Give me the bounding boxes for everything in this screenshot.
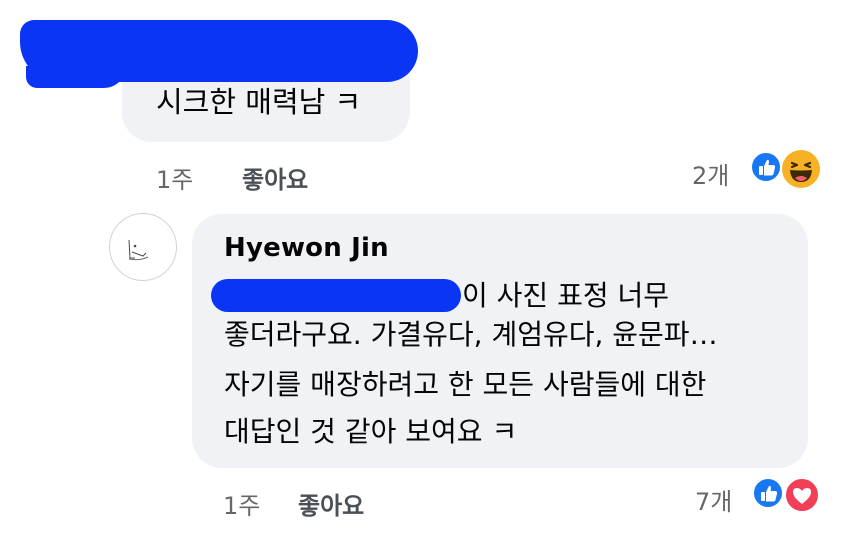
comment-line: 자기를 매장하려고 한 모든 사람들에 대한: [224, 368, 707, 401]
comment-line: 이 사진 표정 너무: [462, 279, 670, 312]
comment-timestamp[interactable]: 1주: [156, 160, 193, 195]
comment-text: 시크한 매력남 ㅋ: [156, 85, 362, 119]
comment-line: 대답인 것 같아 보여요 ㅋ: [224, 415, 518, 448]
reaction-count[interactable]: 7개: [695, 482, 732, 517]
comment-timestamp[interactable]: 1주: [223, 486, 260, 521]
love-icon[interactable]: [784, 477, 820, 513]
like-icon[interactable]: [752, 477, 784, 509]
haha-icon[interactable]: [782, 150, 820, 188]
redacted-author-name: [20, 20, 418, 88]
avatar[interactable]: [109, 213, 177, 281]
redacted-mention: [211, 279, 461, 312]
comment-author[interactable]: Hyewon Jin: [224, 233, 389, 263]
comment-line: 좋더라구요. 가결유다, 계엄유다, 윤문파…: [224, 318, 718, 351]
like-button[interactable]: 좋아요: [298, 486, 364, 521]
like-button[interactable]: 좋아요: [242, 160, 308, 195]
like-icon[interactable]: [750, 151, 782, 183]
reaction-count[interactable]: 2개: [692, 156, 729, 191]
